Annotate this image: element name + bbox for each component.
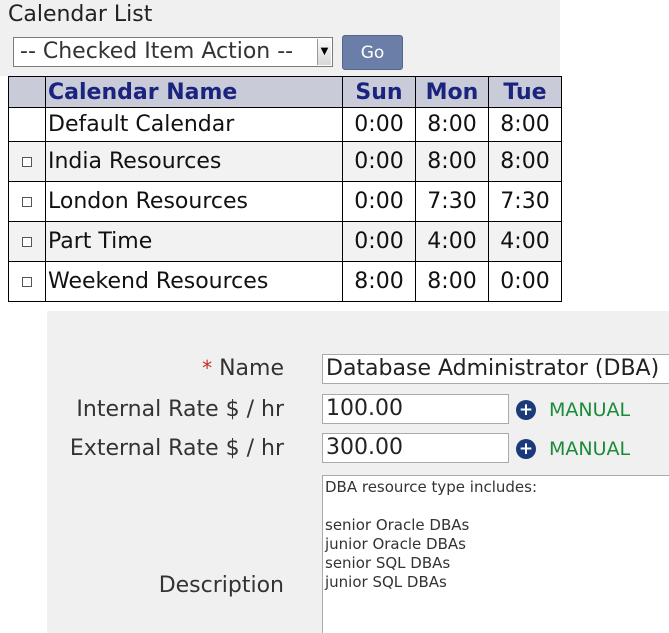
calendar-name-cell[interactable]: London Resources	[45, 181, 343, 222]
column-header-mon[interactable]: Mon	[415, 76, 489, 108]
description-line: DBA resource type includes:	[325, 478, 538, 496]
mon-hours-cell: 8:00	[415, 141, 489, 182]
tue-hours-cell: 8:00	[488, 141, 562, 182]
mon-hours-cell: 8:00	[415, 261, 489, 302]
calendar-name-cell[interactable]: Default Calendar	[45, 107, 343, 142]
name-label: * Name	[202, 356, 284, 381]
calendar-name-cell[interactable]: Weekend Resources	[45, 261, 343, 302]
internal-rate-input[interactable]: 100.00	[322, 394, 509, 424]
tue-hours-cell: 4:00	[488, 221, 562, 262]
select-column-header	[8, 76, 46, 108]
row-checkbox[interactable]	[22, 277, 32, 287]
table-row: Part Time 0:00 4:00 4:00	[8, 221, 562, 262]
description-line: senior SQL DBAs	[325, 554, 451, 572]
go-button[interactable]: Go	[342, 35, 403, 70]
description-line: junior SQL DBAs	[325, 573, 447, 591]
table-row: Default Calendar 0:00 8:00 8:00	[8, 107, 562, 142]
calendar-name-cell[interactable]: India Resources	[45, 141, 343, 182]
table-row: India Resources 0:00 8:00 8:00	[8, 141, 562, 182]
column-header-sun[interactable]: Sun	[342, 76, 416, 108]
calendar-table: Calendar Name Sun Mon Tue Default Calend…	[8, 76, 562, 302]
mon-hours-cell: 8:00	[415, 107, 489, 142]
row-select-cell	[8, 141, 46, 182]
chevron-down-icon[interactable]: ▼	[317, 39, 331, 65]
external-rate-input[interactable]: 300.00	[322, 433, 509, 463]
name-input[interactable]: Database Administrator (DBA)	[322, 354, 669, 384]
tue-hours-cell: 0:00	[488, 261, 562, 302]
external-rate-label: External Rate $ / hr	[69, 436, 284, 461]
row-checkbox[interactable]	[22, 197, 32, 207]
tue-hours-cell: 7:30	[488, 181, 562, 222]
add-circle-icon[interactable]: +	[516, 439, 536, 459]
name-label-text: Name	[219, 356, 284, 381]
action-select-value: -- Checked Item Action --	[20, 39, 294, 64]
description-textarea[interactable]: DBA resource type includes: senior Oracl…	[322, 475, 669, 633]
table-row: Weekend Resources 8:00 8:00 0:00	[8, 261, 562, 302]
description-line	[325, 497, 669, 516]
row-select-cell	[8, 221, 46, 262]
add-circle-icon[interactable]: +	[516, 400, 536, 420]
tue-hours-cell: 8:00	[488, 107, 562, 142]
sun-hours-cell: 0:00	[342, 141, 416, 182]
sun-hours-cell: 0:00	[342, 221, 416, 262]
sun-hours-cell: 0:00	[342, 107, 416, 142]
column-header-tue[interactable]: Tue	[488, 76, 562, 108]
external-rate-manual-link[interactable]: MANUAL	[549, 438, 630, 460]
page-title: Calendar List	[8, 2, 153, 27]
row-select-cell	[8, 107, 46, 142]
mon-hours-cell: 4:00	[415, 221, 489, 262]
row-checkbox[interactable]	[22, 157, 32, 167]
checked-item-action-select[interactable]: -- Checked Item Action -- ▼	[13, 37, 333, 67]
internal-rate-manual-link[interactable]: MANUAL	[549, 399, 630, 421]
mon-hours-cell: 7:30	[415, 181, 489, 222]
table-row: London Resources 0:00 7:30 7:30	[8, 181, 562, 222]
description-label: Description	[158, 573, 284, 598]
resource-type-form: * Name Database Administrator (DBA) Inte…	[47, 311, 669, 633]
required-marker: *	[202, 356, 213, 380]
row-select-cell	[8, 261, 46, 302]
column-header-calendar-name[interactable]: Calendar Name	[45, 76, 343, 108]
internal-rate-label: Internal Rate $ / hr	[76, 397, 284, 422]
description-line: junior Oracle DBAs	[325, 535, 466, 553]
row-select-cell	[8, 181, 46, 222]
description-line: senior Oracle DBAs	[325, 516, 470, 534]
row-checkbox[interactable]	[22, 237, 32, 247]
sun-hours-cell: 0:00	[342, 181, 416, 222]
table-header-row: Calendar Name Sun Mon Tue	[8, 76, 562, 108]
sun-hours-cell: 8:00	[342, 261, 416, 302]
calendar-name-cell[interactable]: Part Time	[45, 221, 343, 262]
